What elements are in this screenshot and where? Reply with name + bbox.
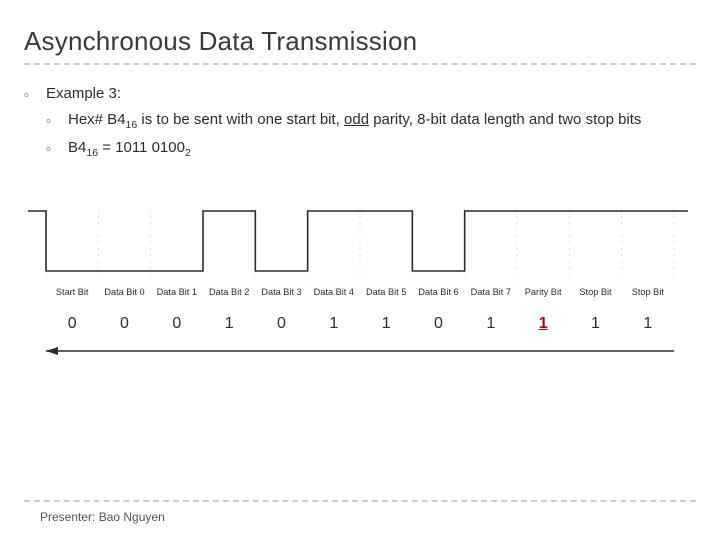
bit-label: Parity Bit <box>525 287 562 297</box>
subscript: 2 <box>185 147 191 159</box>
bullet-example: ｡ Example 3: <box>24 83 696 105</box>
title-divider <box>24 63 696 65</box>
bit-value: 0 <box>434 315 443 333</box>
bullet-glyph: ｡ <box>24 83 46 105</box>
parity-bit-value: 1 <box>539 315 548 333</box>
bit-label: Stop Bit <box>632 287 664 297</box>
text-frag: Hex# B4 <box>68 111 126 128</box>
footer: Presenter: Bao Nguyen <box>0 500 720 524</box>
subscript: 16 <box>86 147 98 159</box>
arrow-svg <box>24 345 696 357</box>
bullet-glyph: ｡ <box>46 137 68 161</box>
bit-label: Data Bit 4 <box>314 287 354 297</box>
bit-value: 1 <box>329 315 338 333</box>
odd-underline: odd <box>344 111 369 128</box>
timing-diagram: Start Bit Data Bit 0 Data Bit 1 Data Bit 2 D… <box>24 205 696 375</box>
bit-label: Data Bit 5 <box>366 287 406 297</box>
bit-value: 0 <box>172 315 181 333</box>
bit-value: 1 <box>643 315 652 333</box>
bit-label: Start Bit <box>56 287 89 297</box>
bit-label: Stop Bit <box>579 287 611 297</box>
direction-arrow <box>24 345 696 357</box>
bit-value: 0 <box>68 315 77 333</box>
indent <box>24 109 46 133</box>
content-block: ｡ Example 3: ｡ Hex# B416 is to be sent w… <box>24 83 696 161</box>
bit-label: Data Bit 1 <box>157 287 197 297</box>
footer-divider <box>24 500 696 502</box>
bit-value: 1 <box>382 315 391 333</box>
bullet-text: Hex# B416 is to be sent with one start b… <box>68 109 641 133</box>
waveform <box>24 205 696 281</box>
bit-value: 0 <box>277 315 286 333</box>
bit-label: Data Bit 2 <box>209 287 249 297</box>
bullet-glyph: ｡ <box>46 109 68 133</box>
bit-value: 0 <box>120 315 129 333</box>
slide: Asynchronous Data Transmission ｡ Example… <box>0 0 720 540</box>
text-frag: parity, 8-bit data length and two stop b… <box>369 111 641 128</box>
presenter-label: Presenter: Bao Nguyen <box>40 510 696 524</box>
page-title: Asynchronous Data Transmission <box>24 26 696 57</box>
bullet-text: Example 3: <box>46 83 121 105</box>
waveform-svg <box>24 205 696 281</box>
bit-value: 1 <box>225 315 234 333</box>
bit-values-row: 0 0 0 1 0 1 1 0 1 1 1 1 <box>24 315 696 335</box>
bit-value: 1 <box>486 315 495 333</box>
indent <box>24 137 46 161</box>
bit-label: Data Bit 0 <box>104 287 144 297</box>
text-frag: is to be sent with one start bit, <box>137 111 344 128</box>
bit-label: Data Bit 3 <box>261 287 301 297</box>
bullet-text: B416 = 1011 01002 <box>68 137 191 161</box>
bit-label: Data Bit 6 <box>418 287 458 297</box>
bit-value: 1 <box>591 315 600 333</box>
text-frag: B4 <box>68 139 86 156</box>
bullet-hex-desc: ｡ Hex# B416 is to be sent with one start… <box>24 109 696 133</box>
subscript: 16 <box>126 119 138 131</box>
bullet-binary: ｡ B416 = 1011 01002 <box>24 137 696 161</box>
text-frag: = 1011 0100 <box>98 139 185 156</box>
bit-labels-row: Start Bit Data Bit 0 Data Bit 1 Data Bit 2 D… <box>24 287 696 307</box>
bit-label: Data Bit 7 <box>471 287 511 297</box>
